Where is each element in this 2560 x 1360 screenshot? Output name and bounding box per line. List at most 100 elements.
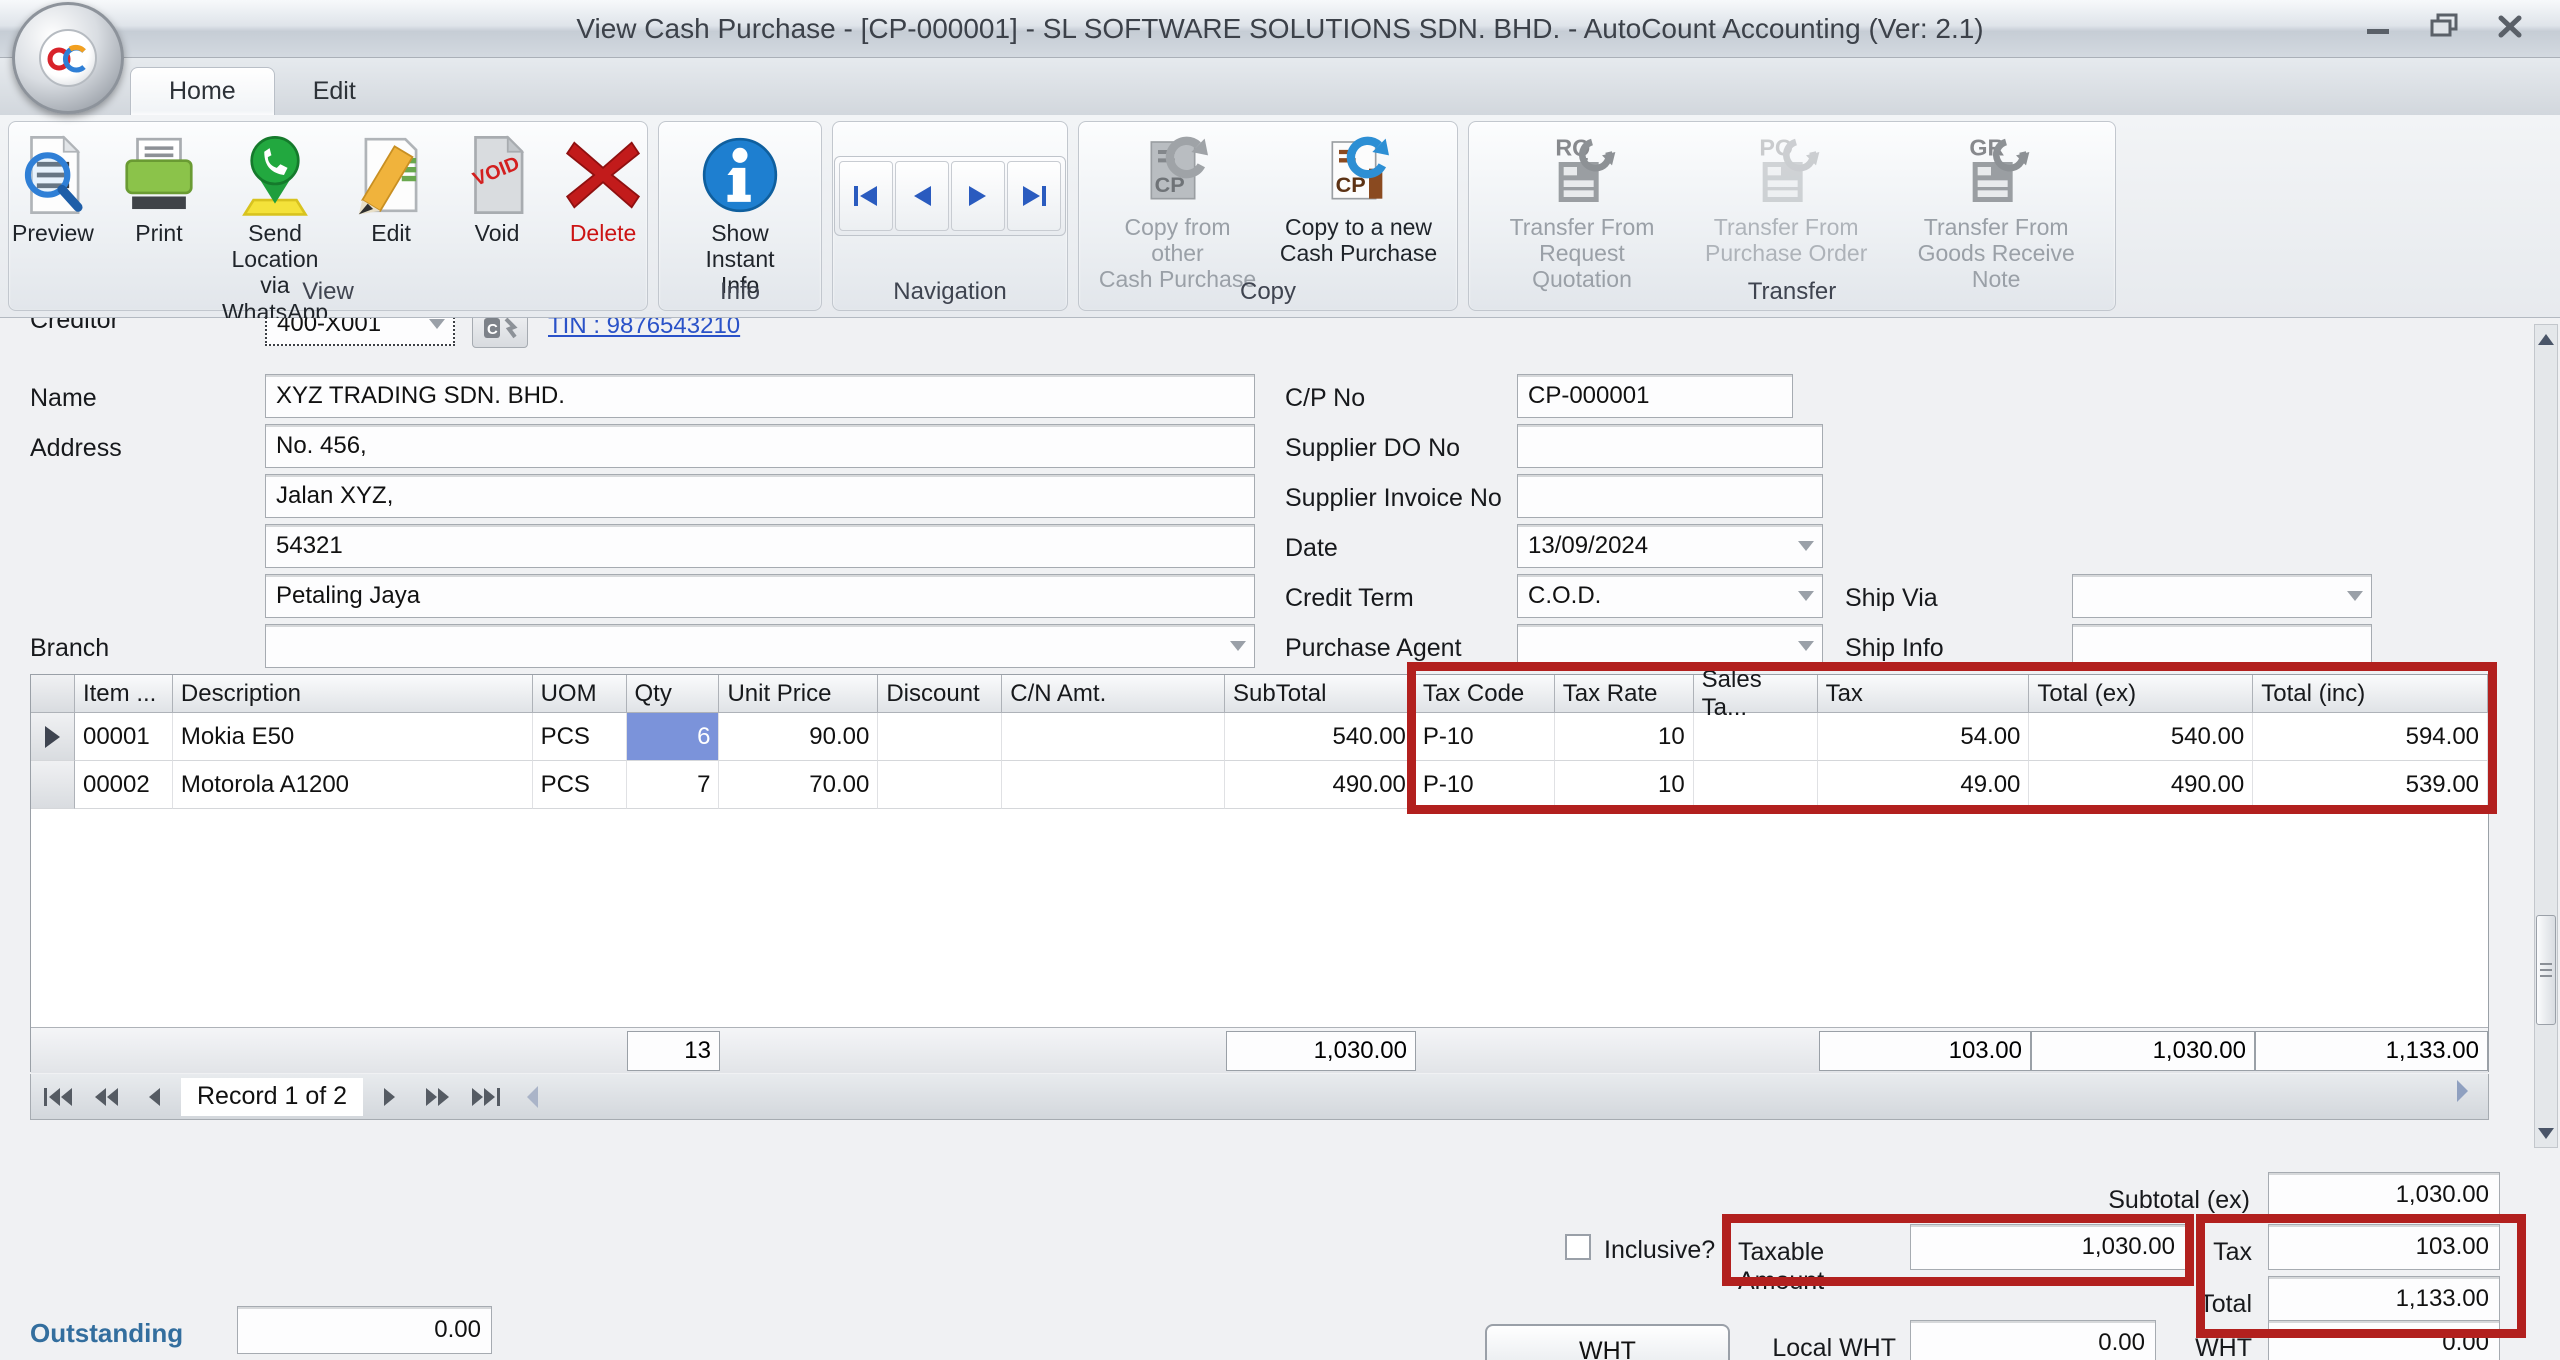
creditor-lookup-button[interactable]: C bbox=[472, 318, 528, 348]
branch-combo[interactable] bbox=[265, 624, 1255, 668]
address-line1-field[interactable]: No. 456, bbox=[265, 424, 1255, 468]
tab-home[interactable]: Home bbox=[130, 67, 275, 115]
branch-dropdown-icon[interactable] bbox=[1230, 641, 1246, 651]
grid-scroll-left-icon[interactable] bbox=[511, 1078, 555, 1116]
copy-from-other-button[interactable]: CP Copy from other Cash Purchase bbox=[1089, 128, 1266, 297]
address-line3-field[interactable]: 54321 bbox=[265, 524, 1255, 568]
purchase-agent-combo[interactable] bbox=[1517, 624, 1823, 668]
record-prev-page-button[interactable] bbox=[85, 1078, 129, 1116]
date-dropdown-icon[interactable] bbox=[1798, 541, 1814, 551]
minimize-button[interactable] bbox=[2358, 8, 2398, 44]
cell-sales-tax[interactable] bbox=[1694, 761, 1818, 809]
cell-qty-selected[interactable]: 6 bbox=[627, 713, 720, 761]
col-header-total-ex[interactable]: Total (ex) bbox=[2029, 675, 2253, 713]
supplier-do-field[interactable] bbox=[1517, 424, 1823, 468]
col-header-cn-amt[interactable]: C/N Amt. bbox=[1002, 675, 1225, 713]
cell-cn-amt[interactable] bbox=[1002, 761, 1225, 809]
cell-total-ex[interactable]: 490.00 bbox=[2029, 761, 2253, 809]
creditor-combo[interactable]: 400-X001 bbox=[265, 318, 455, 346]
cell-tax-rate[interactable]: 10 bbox=[1555, 761, 1694, 809]
ship-via-combo[interactable] bbox=[2072, 574, 2372, 618]
cell-subtotal[interactable]: 490.00 bbox=[1225, 761, 1415, 809]
col-header-subtotal[interactable]: SubTotal bbox=[1225, 675, 1415, 713]
show-instant-info-button[interactable]: Show Instant Info bbox=[669, 128, 811, 303]
delete-button[interactable]: Delete bbox=[552, 128, 654, 250]
address-line4-field[interactable]: Petaling Jaya bbox=[265, 574, 1255, 618]
cell-qty[interactable]: 7 bbox=[627, 761, 720, 809]
cell-description[interactable]: Mokia E50 bbox=[173, 713, 533, 761]
tab-edit[interactable]: Edit bbox=[275, 67, 394, 115]
transfer-from-po-button[interactable]: PO Transfer From Purchase Order bbox=[1689, 128, 1883, 270]
cell-tax-code[interactable]: P-10 bbox=[1415, 761, 1555, 809]
copy-to-new-button[interactable]: CP Copy to a new Cash Purchase bbox=[1270, 128, 1447, 270]
col-header-total-inc[interactable]: Total (inc) bbox=[2253, 675, 2488, 713]
preview-button[interactable]: Preview bbox=[2, 128, 104, 250]
credit-term-combo[interactable]: C.O.D. bbox=[1517, 574, 1823, 618]
cell-discount[interactable] bbox=[878, 713, 1002, 761]
cell-total-inc[interactable]: 539.00 bbox=[2253, 761, 2488, 809]
print-button[interactable]: Print bbox=[108, 128, 210, 250]
cell-subtotal[interactable]: 540.00 bbox=[1225, 713, 1415, 761]
app-logo-icon[interactable] bbox=[12, 2, 124, 114]
cell-uom[interactable]: PCS bbox=[533, 761, 627, 809]
col-header-discount[interactable]: Discount bbox=[878, 675, 1002, 713]
cell-item[interactable]: 00002 bbox=[75, 761, 173, 809]
nav-last-button[interactable] bbox=[1007, 161, 1061, 231]
ship-info-field[interactable] bbox=[2072, 624, 2372, 668]
cell-description[interactable]: Motorola A1200 bbox=[173, 761, 533, 809]
col-header-unit-price[interactable]: Unit Price bbox=[719, 675, 878, 713]
nav-next-button[interactable] bbox=[951, 161, 1005, 231]
scrollbar-thumb[interactable] bbox=[2536, 915, 2556, 1025]
col-header-tax-code[interactable]: Tax Code bbox=[1415, 675, 1555, 713]
record-next-button[interactable] bbox=[367, 1078, 411, 1116]
cell-tax[interactable]: 49.00 bbox=[1818, 761, 2030, 809]
ship-via-dropdown-icon[interactable] bbox=[2347, 591, 2363, 601]
record-next-page-button[interactable] bbox=[415, 1078, 459, 1116]
scroll-up-icon[interactable] bbox=[2535, 325, 2557, 353]
cell-cn-amt[interactable] bbox=[1002, 713, 1225, 761]
transfer-from-rq-button[interactable]: RQ Transfer From Request Quotation bbox=[1479, 128, 1685, 297]
cell-uom[interactable]: PCS bbox=[533, 713, 627, 761]
cell-tax-rate[interactable]: 10 bbox=[1555, 713, 1694, 761]
transfer-from-gr-button[interactable]: GR Transfer From Goods Receive Note bbox=[1887, 128, 2105, 297]
edit-button[interactable]: Edit bbox=[340, 128, 442, 250]
cell-total-inc[interactable]: 594.00 bbox=[2253, 713, 2488, 761]
restore-button[interactable] bbox=[2424, 8, 2464, 44]
col-header-tax-rate[interactable]: Tax Rate bbox=[1555, 675, 1694, 713]
col-header-description[interactable]: Description bbox=[173, 675, 533, 713]
cell-discount[interactable] bbox=[878, 761, 1002, 809]
supplier-invoice-field[interactable] bbox=[1517, 474, 1823, 518]
grid-scroll-right-icon[interactable] bbox=[2452, 1078, 2472, 1109]
col-header-item[interactable]: Item ... bbox=[75, 675, 173, 713]
credit-term-dropdown-icon[interactable] bbox=[1798, 591, 1814, 601]
date-combo[interactable]: 13/09/2024 bbox=[1517, 524, 1823, 568]
wht-button[interactable]: WHT bbox=[1485, 1324, 1730, 1360]
cell-item[interactable]: 00001 bbox=[75, 713, 173, 761]
nav-prev-button[interactable] bbox=[895, 161, 949, 231]
record-first-button[interactable] bbox=[37, 1078, 81, 1116]
record-last-button[interactable] bbox=[463, 1078, 507, 1116]
close-button[interactable] bbox=[2490, 8, 2530, 44]
purchase-agent-dropdown-icon[interactable] bbox=[1798, 641, 1814, 651]
col-header-sales-tax[interactable]: Sales Ta... bbox=[1694, 675, 1818, 713]
col-header-tax[interactable]: Tax bbox=[1818, 675, 2030, 713]
cp-no-field[interactable]: CP-000001 bbox=[1517, 374, 1793, 418]
cell-sales-tax[interactable] bbox=[1694, 713, 1818, 761]
void-button[interactable]: VOID Void bbox=[446, 128, 548, 250]
name-field[interactable]: XYZ TRADING SDN. BHD. bbox=[265, 374, 1255, 418]
cell-tax-code[interactable]: P-10 bbox=[1415, 713, 1555, 761]
col-header-qty[interactable]: Qty bbox=[627, 675, 720, 713]
creditor-dropdown-icon[interactable] bbox=[429, 319, 445, 329]
address-line2-field[interactable]: Jalan XYZ, bbox=[265, 474, 1255, 518]
cell-unit-price[interactable]: 90.00 bbox=[719, 713, 878, 761]
scroll-down-icon[interactable] bbox=[2535, 1119, 2557, 1147]
cell-tax[interactable]: 54.00 bbox=[1818, 713, 2030, 761]
tin-link[interactable]: TIN : 9876543210 bbox=[548, 318, 740, 340]
cell-unit-price[interactable]: 70.00 bbox=[719, 761, 878, 809]
cell-total-ex[interactable]: 540.00 bbox=[2029, 713, 2253, 761]
col-header-uom[interactable]: UOM bbox=[533, 675, 627, 713]
form-vertical-scrollbar[interactable] bbox=[2534, 324, 2558, 1148]
inclusive-checkbox[interactable] bbox=[1565, 1234, 1591, 1260]
record-prev-button[interactable] bbox=[133, 1078, 177, 1116]
nav-first-button[interactable] bbox=[839, 161, 893, 231]
